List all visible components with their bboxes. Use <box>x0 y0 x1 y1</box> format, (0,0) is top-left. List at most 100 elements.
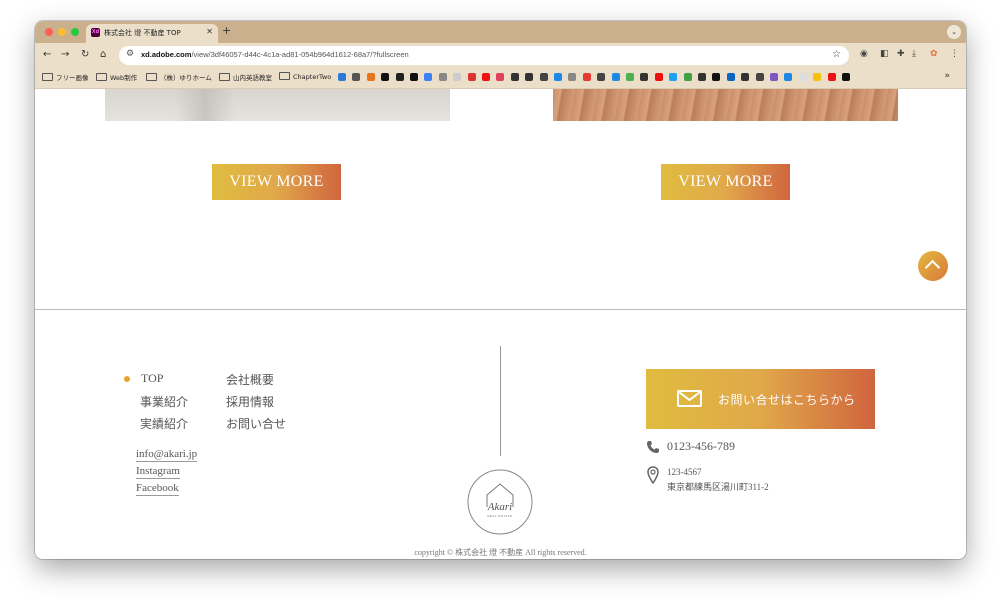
bookmark-favicon-icon[interactable] <box>338 73 346 81</box>
bookmark-favicon-icon[interactable] <box>467 73 476 81</box>
phone-icon <box>646 439 660 453</box>
bookmark-favicon-icon[interactable] <box>626 73 634 81</box>
footer-nav-recruit[interactable]: 採用情報 <box>226 393 274 410</box>
home-icon[interactable]: ⌂ <box>100 49 106 61</box>
akari-logo[interactable]: Akari REAL ESTATE <box>467 469 533 535</box>
bookmark-folder[interactable]: （株）ゆりホーム <box>146 72 212 82</box>
tab-title: 株式会社 燈 不動産 TOP <box>104 29 181 37</box>
copyright-text: copyright © 株式会社 燈 不動産 All rights reserv… <box>414 548 587 557</box>
footer-nav-business[interactable]: 事業紹介 <box>140 393 188 410</box>
bookmark-favicon-icon[interactable] <box>496 73 505 81</box>
bookmark-folder[interactable]: 山内英語教室 <box>219 72 272 82</box>
back-to-top-button[interactable] <box>918 251 948 281</box>
bookmark-favicon-icon[interactable] <box>453 73 462 81</box>
bookmark-favicon-icon[interactable] <box>582 73 591 81</box>
tab-strip: Xd 株式会社 燈 不動産 TOP ✕ + ⌄ <box>35 21 966 43</box>
bookmark-favicon-icon[interactable] <box>784 73 793 81</box>
maximize-window-button[interactable] <box>71 28 79 36</box>
bookmark-favicon-icon[interactable] <box>410 73 418 81</box>
view-more-button[interactable]: VIEW MORE <box>212 164 341 200</box>
bookmark-favicon-icon[interactable] <box>640 73 649 81</box>
camera-icon[interactable]: ◉ <box>860 49 868 59</box>
facebook-link[interactable]: Facebook <box>136 482 179 496</box>
profile-icon[interactable]: ✿ <box>930 49 938 59</box>
address: 東京都練馬区湯川町311-2 <box>667 482 769 492</box>
bookmark-favicon-icon[interactable] <box>395 73 404 81</box>
bookmark-folder[interactable]: ChapterTwo <box>279 72 331 81</box>
bookmark-favicon-icon[interactable] <box>683 73 692 81</box>
bookmarks-bar: フリー画像 Web制作 （株）ゆりホーム 山内英語教室 ChapterTwo » <box>35 68 966 89</box>
bookmark-favicon-icon[interactable] <box>482 73 490 81</box>
bookmark-favicon-icon[interactable] <box>827 73 836 81</box>
address-bar[interactable]: ⚙ xd.adobe.com/view/3df46057-d44c-4c1a-a… <box>119 46 849 65</box>
bookmark-favicon-icon[interactable] <box>510 73 519 81</box>
footer-nav-works[interactable]: 実績紹介 <box>140 415 188 432</box>
close-tab-icon[interactable]: ✕ <box>206 27 213 36</box>
download-icon[interactable]: ⤓ <box>912 49 916 59</box>
bookmark-favicon-icon[interactable] <box>539 73 548 81</box>
footer-nav-company[interactable]: 会社概要 <box>226 371 274 388</box>
location-pin-icon <box>647 466 659 485</box>
star-icon[interactable]: ☆ <box>832 49 841 60</box>
adobe-xd-icon: Xd <box>91 28 100 37</box>
more-bookmarks-icon[interactable]: » <box>944 71 950 81</box>
back-arrow-icon[interactable]: ← <box>43 49 51 61</box>
url-text[interactable]: xd.adobe.com/view/3df46057-d44c-4c1a-ad8… <box>141 50 409 59</box>
svg-text:Akari: Akari <box>487 501 512 513</box>
chevron-up-icon <box>924 259 941 276</box>
close-window-button[interactable] <box>45 28 53 36</box>
new-tab-button[interactable]: + <box>222 24 231 37</box>
bookmark-favicon-icon[interactable] <box>525 73 534 81</box>
email-link[interactable]: info@akari.jp <box>136 448 198 462</box>
bookmark-favicon-icon[interactable] <box>438 73 447 81</box>
reload-icon[interactable]: ↻ <box>81 49 89 61</box>
contact-button[interactable]: お問い合せはこちらから <box>646 369 875 429</box>
bookmark-favicon-icon[interactable] <box>568 73 577 81</box>
folder-icon <box>219 73 230 81</box>
bookmark-favicon-icon[interactable] <box>798 73 807 81</box>
forward-arrow-icon[interactable]: → <box>61 49 69 61</box>
minimize-window-button[interactable] <box>58 28 66 36</box>
extension-icon[interactable]: ◧ <box>880 49 889 59</box>
kebab-menu-icon[interactable]: ⋮ <box>950 49 959 59</box>
footer-vertical-line <box>500 346 501 456</box>
active-nav-dot <box>124 376 130 382</box>
bookmark-favicon-icon[interactable] <box>698 73 706 81</box>
bookmark-favicon-icon[interactable] <box>813 73 822 81</box>
bookmark-favicon-icon[interactable] <box>381 73 390 81</box>
bookmark-favicon-icon[interactable] <box>424 73 433 81</box>
bookmark-favicon-icon[interactable] <box>554 73 562 81</box>
site-settings-icon[interactable]: ⚙ <box>126 49 134 59</box>
view-more-button[interactable]: VIEW MORE <box>661 164 790 200</box>
footer-nav-contact[interactable]: お問い合せ <box>226 415 286 432</box>
bookmark-favicon-icon[interactable] <box>669 73 678 81</box>
bookmark-favicon-icon[interactable] <box>712 73 721 81</box>
tab-search-chevron-icon[interactable]: ⌄ <box>947 25 961 39</box>
bookmark-favicon-icon[interactable] <box>726 73 735 81</box>
bookmark-favicon-icon[interactable] <box>741 73 750 81</box>
bookmark-favicon-icon[interactable] <box>755 73 764 81</box>
bookmark-favicon-icon[interactable] <box>597 73 606 81</box>
phone-number: 0123-456-789 <box>667 439 735 453</box>
contact-button-label: お問い合せはこちらから <box>718 393 856 407</box>
folder-icon <box>42 73 53 81</box>
footer-nav-top[interactable]: TOP <box>141 371 163 386</box>
webpage: VIEW MORE VIEW MORE TOP 事業紹介 実績紹介 会社概要 採… <box>35 89 966 559</box>
folder-icon <box>96 73 107 81</box>
puzzle-icon[interactable]: ✚ <box>897 49 905 59</box>
wood-floor-photo <box>553 89 898 121</box>
bookmark-favicon-icon[interactable] <box>352 73 361 81</box>
bookmark-favicon-icon[interactable] <box>770 73 778 81</box>
bookmark-favicon-icon[interactable] <box>366 73 375 81</box>
interior-photo <box>105 89 450 121</box>
postal-code: 123-4567 <box>667 467 702 477</box>
browser-tab[interactable]: Xd 株式会社 燈 不動産 TOP ✕ <box>86 24 218 43</box>
bookmark-favicon-icon[interactable] <box>654 73 663 81</box>
bookmark-folder[interactable]: フリー画像 <box>42 72 89 82</box>
bookmark-favicon-icon[interactable] <box>842 73 850 81</box>
bookmark-favicon-icon[interactable] <box>611 73 620 81</box>
folder-icon <box>279 72 290 80</box>
footer-divider <box>35 309 966 310</box>
instagram-link[interactable]: Instagram <box>136 465 180 479</box>
bookmark-folder[interactable]: Web制作 <box>96 72 137 82</box>
